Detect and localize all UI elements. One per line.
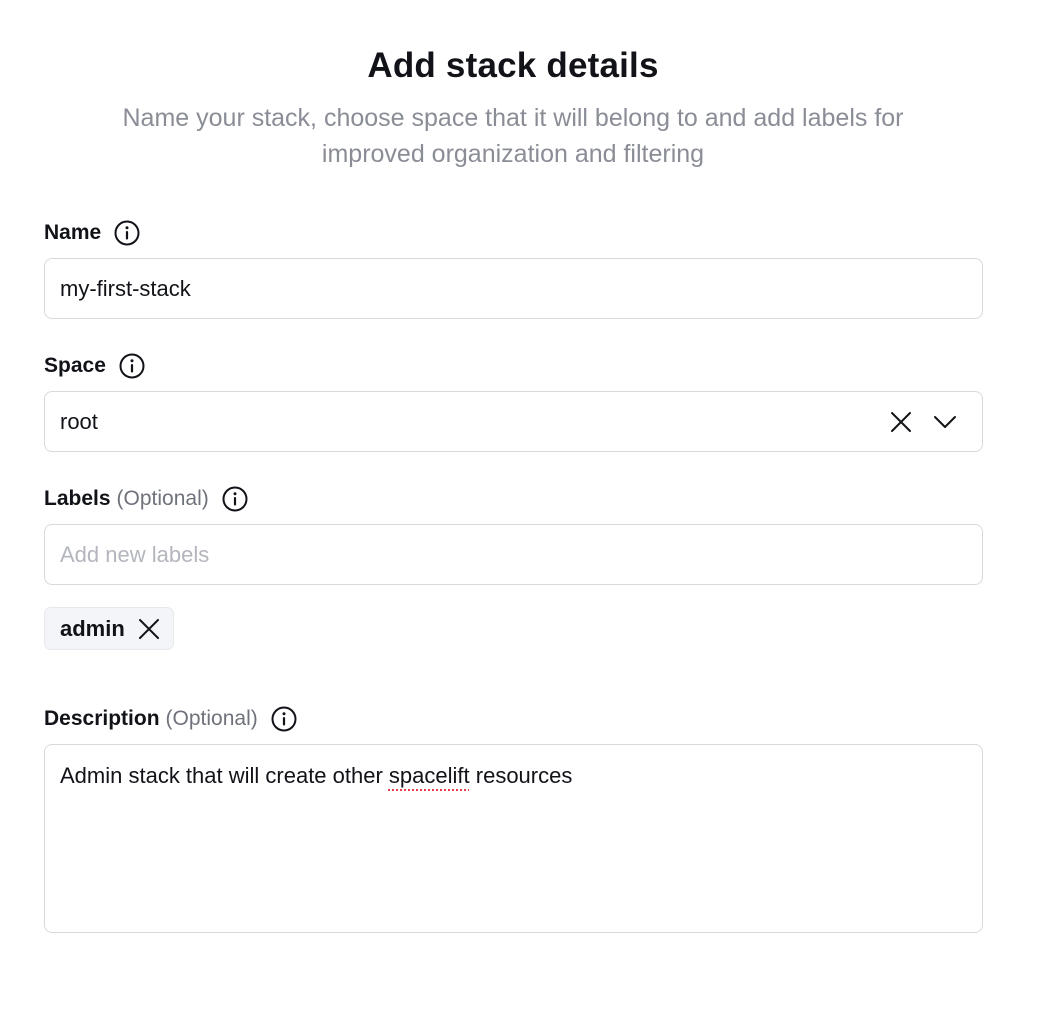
chevron-down-icon[interactable] <box>923 400 967 444</box>
name-label-text: Name <box>44 221 102 244</box>
description-text-start: Admin stack that will create other <box>60 763 389 788</box>
description-label: Description (Optional) <box>44 704 298 734</box>
labels-input[interactable]: Add new labels <box>44 524 983 585</box>
clear-icon[interactable] <box>879 400 923 444</box>
labels-label: Labels (Optional) <box>44 484 249 514</box>
page-subtitle: Name your stack, choose space that it wi… <box>122 104 904 168</box>
select-actions <box>879 400 967 444</box>
info-icon[interactable] <box>113 219 141 247</box>
info-icon[interactable] <box>270 705 298 733</box>
name-label: Name <box>44 218 141 248</box>
labels-input-placeholder: Add new labels <box>60 541 210 567</box>
info-icon[interactable] <box>221 485 249 513</box>
labels-label-text: Labels <box>44 487 111 510</box>
space-label-text: Space <box>44 354 106 377</box>
description-textarea[interactable]: Admin stack that will create other space… <box>44 744 983 933</box>
name-input-value: my-first-stack <box>60 275 191 301</box>
space-select[interactable]: root <box>44 391 983 452</box>
info-icon[interactable] <box>118 352 146 380</box>
optional-hint: (Optional) <box>116 487 209 510</box>
description-label-text: Description <box>44 707 160 730</box>
page-title: Add stack details <box>367 46 659 85</box>
space-label: Space <box>44 351 146 381</box>
optional-hint: (Optional) <box>165 707 258 730</box>
description-text-end: resources <box>469 763 573 788</box>
misspelled-word: spacelift <box>388 763 470 788</box>
remove-tag-icon[interactable] <box>135 615 163 643</box>
page-header: Add stack details Name your stack, choos… <box>0 40 1026 172</box>
label-tag-admin: admin <box>44 607 174 650</box>
space-select-value: root <box>60 408 98 434</box>
name-input[interactable]: my-first-stack <box>44 258 983 319</box>
label-tag-text: admin <box>60 615 125 641</box>
